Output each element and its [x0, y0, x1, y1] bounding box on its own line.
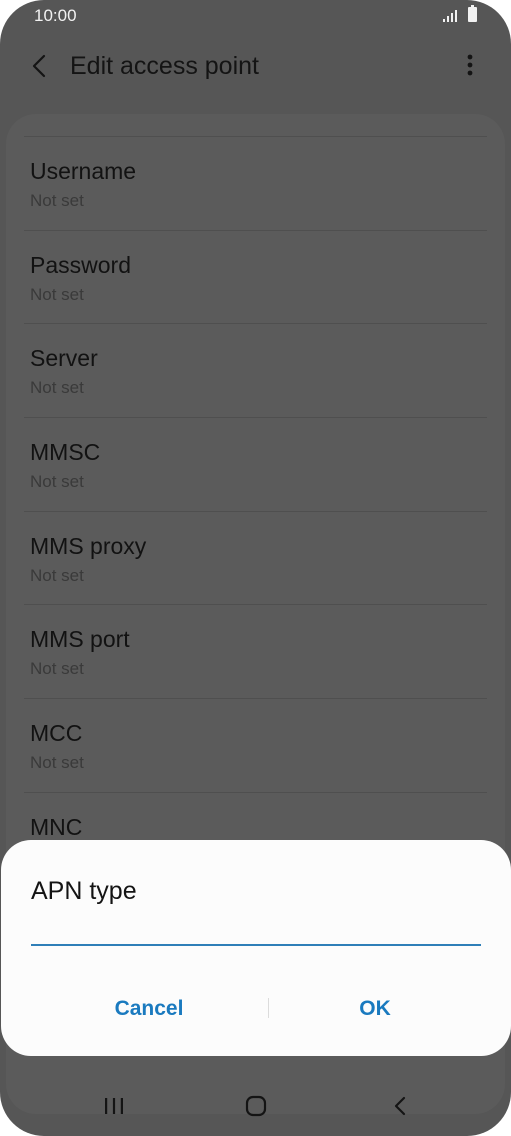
setting-row-server[interactable]: Server Not set [24, 323, 487, 417]
nav-back-button[interactable] [378, 1088, 422, 1124]
setting-value: Not set [30, 191, 84, 210]
setting-title: MNC [30, 813, 83, 840]
setting-row-username[interactable]: Username Not set [24, 136, 487, 230]
apn-type-dialog: APN type Cancel OK [1, 840, 511, 1056]
setting-value: Not set [30, 378, 84, 398]
setting-row-mcc[interactable]: MCC Not set [24, 698, 487, 792]
setting-row-mms-port[interactable]: MMS port Not set [24, 604, 487, 698]
back-nav-icon [394, 1096, 406, 1116]
home-icon [245, 1095, 267, 1117]
setting-title: Username [30, 158, 137, 184]
more-vertical-icon [467, 54, 473, 76]
setting-row-mms-proxy[interactable]: MMS proxy Not set [24, 510, 487, 605]
setting-row-mmsc[interactable]: MMSC Not set [24, 417, 487, 511]
setting-value: Not set [30, 659, 84, 679]
status-time: 10:00 [34, 6, 77, 25]
setting-title: MCC [30, 720, 83, 747]
navigation-bar [0, 1078, 511, 1136]
ok-button[interactable]: OK [275, 996, 475, 1022]
home-button[interactable] [234, 1088, 278, 1124]
dialog-title: APN type [31, 877, 137, 905]
battery-icon [468, 5, 477, 22]
setting-value: Not set [30, 284, 84, 304]
setting-title: Password [30, 251, 131, 278]
setting-value: Not set [30, 753, 84, 773]
setting-title: MMS proxy [30, 532, 147, 559]
cancel-button[interactable]: Cancel [49, 996, 249, 1022]
setting-value: Not set [30, 565, 84, 585]
more-options-button[interactable] [456, 50, 484, 82]
recents-button[interactable] [92, 1088, 136, 1124]
back-button[interactable] [24, 50, 56, 82]
status-bar: 10:00 [0, 0, 511, 32]
setting-value: Not set [30, 472, 84, 492]
app-bar: Edit access point [0, 40, 511, 96]
setting-title: MMS port [30, 626, 130, 653]
apn-type-input[interactable] [31, 918, 481, 946]
setting-row-password[interactable]: Password Not set [24, 229, 487, 324]
chevron-left-icon [32, 54, 46, 78]
setting-title: Server [30, 345, 98, 372]
phone-screen: 10:00 Edit access point Username Not set… [0, 0, 511, 1136]
recents-icon [105, 1098, 123, 1114]
button-divider [268, 998, 269, 1018]
setting-title: MMSC [30, 439, 101, 466]
signal-icon [443, 10, 457, 22]
settings-list: Username Not set Password Not set Server… [0, 136, 511, 886]
page-title: Edit access point [70, 52, 259, 80]
